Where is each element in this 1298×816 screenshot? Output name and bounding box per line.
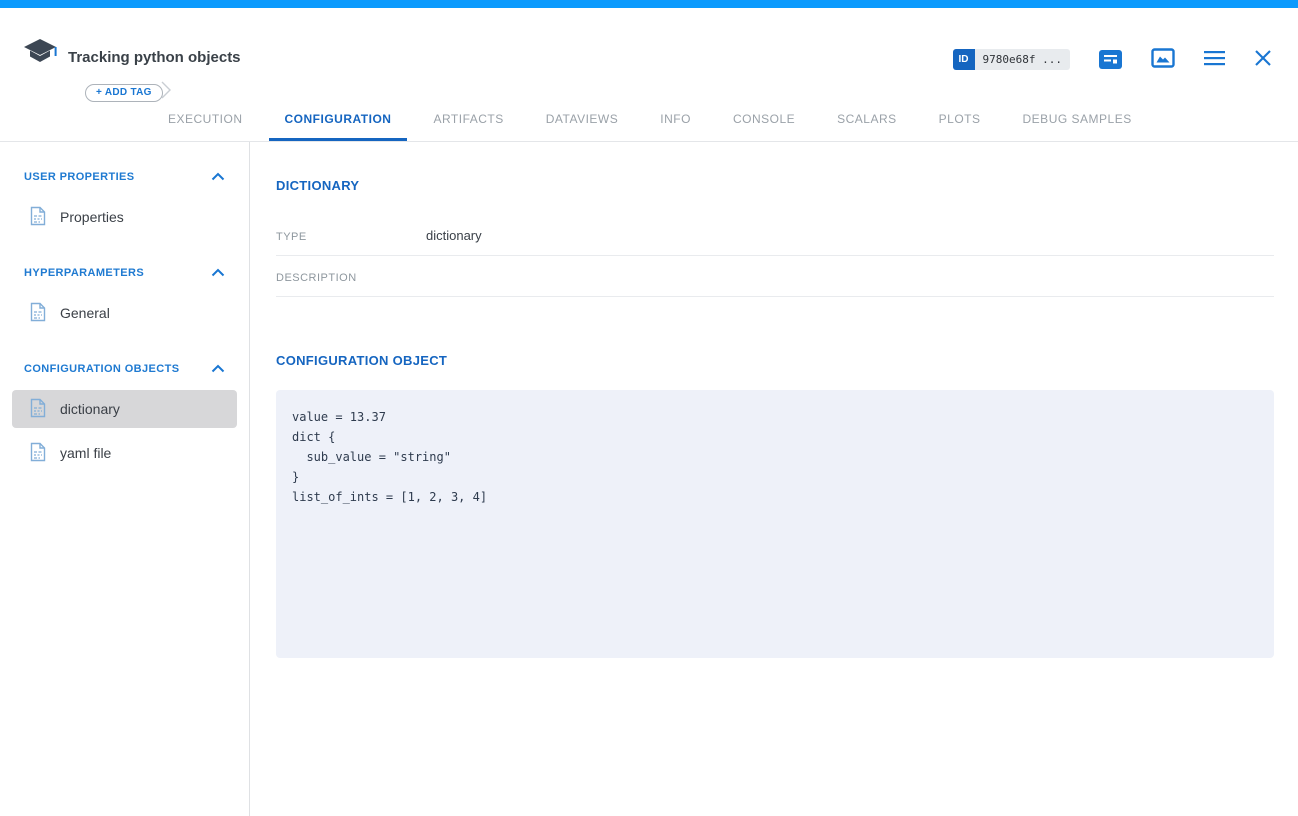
details-icon: [1099, 50, 1122, 69]
document-icon: [30, 442, 46, 465]
sidebar-item-general[interactable]: General: [12, 294, 237, 332]
image-view-button[interactable]: [1151, 48, 1175, 71]
close-icon: [1254, 49, 1272, 70]
configuration-object-title: CONFIGURATION OBJECT: [276, 353, 1274, 368]
section-user-properties: USER PROPERTIES Properties: [0, 168, 249, 236]
sidebar-item-label: Properties: [60, 209, 124, 225]
sidebar-item-label: dictionary: [60, 401, 120, 417]
tab-plots[interactable]: PLOTS: [923, 100, 997, 141]
field-row-type: TYPE dictionary: [276, 215, 1274, 256]
sidebar-item-yaml-file[interactable]: yaml file: [12, 434, 237, 472]
section-title: HYPERPARAMETERS: [24, 267, 144, 279]
configuration-detail-panel: DICTIONARY TYPE dictionary DESCRIPTION C…: [251, 142, 1298, 816]
section-title: USER PROPERTIES: [24, 171, 135, 183]
field-row-description: DESCRIPTION: [276, 256, 1274, 297]
tab-console[interactable]: CONSOLE: [717, 100, 811, 141]
experiment-title: Tracking python objects: [68, 49, 241, 66]
field-value: dictionary: [426, 228, 482, 243]
tab-info[interactable]: INFO: [644, 100, 707, 141]
section-items: dictionary yaml file: [0, 390, 249, 472]
chevron-up-icon[interactable]: [211, 264, 225, 282]
sidebar-item-label: General: [60, 305, 110, 321]
sidebar-item-dictionary[interactable]: dictionary: [12, 390, 237, 428]
chevron-up-icon[interactable]: [211, 168, 225, 186]
section-header-hyperparameters[interactable]: HYPERPARAMETERS: [0, 264, 249, 282]
menu-button[interactable]: [1204, 50, 1225, 69]
sidebar-item-label: yaml file: [60, 445, 111, 461]
chevron-up-icon[interactable]: [211, 360, 225, 378]
object-title: DICTIONARY: [276, 178, 1274, 193]
section-header-user-properties[interactable]: USER PROPERTIES: [0, 168, 249, 186]
tab-scalars[interactable]: SCALARS: [821, 100, 913, 141]
configuration-code: value = 13.37 dict { sub_value = "string…: [292, 407, 1258, 507]
tab-configuration[interactable]: CONFIGURATION: [269, 100, 408, 141]
configuration-object-viewer[interactable]: value = 13.37 dict { sub_value = "string…: [276, 390, 1274, 658]
section-configuration-objects: CONFIGURATION OBJECTS dicti: [0, 360, 249, 472]
close-button[interactable]: [1254, 49, 1272, 70]
id-value: 9780e68f ...: [975, 49, 1070, 70]
experiment-header: Tracking python objects + ADD TAG ID 978…: [0, 8, 1298, 142]
tab-dataviews[interactable]: DATAVIEWS: [530, 100, 635, 141]
details-view-button[interactable]: [1099, 50, 1122, 69]
tab-debug-samples[interactable]: DEBUG SAMPLES: [1007, 100, 1148, 141]
field-label: DESCRIPTION: [276, 269, 426, 284]
document-icon: [30, 206, 46, 229]
experiment-type-icon: [22, 38, 58, 71]
add-tag-button[interactable]: + ADD TAG: [85, 84, 163, 102]
document-icon: [30, 398, 46, 421]
id-label: ID: [953, 49, 975, 70]
section-title: CONFIGURATION OBJECTS: [24, 363, 179, 375]
tab-bar: EXECUTION CONFIGURATION ARTIFACTS DATAVI…: [152, 100, 1148, 141]
section-items: General: [0, 294, 249, 332]
section-items: Properties: [0, 198, 249, 236]
header-actions: ID 9780e68f ...: [953, 46, 1272, 72]
experiment-id-badge[interactable]: ID 9780e68f ...: [953, 49, 1070, 70]
sidebar-item-properties[interactable]: Properties: [12, 198, 237, 236]
configuration-sidebar: USER PROPERTIES Properties: [0, 142, 250, 816]
top-status-bar: [0, 0, 1298, 8]
section-header-configuration-objects[interactable]: CONFIGURATION OBJECTS: [0, 360, 249, 378]
document-icon: [30, 302, 46, 325]
section-hyperparameters: HYPERPARAMETERS General: [0, 264, 249, 332]
image-icon: [1151, 48, 1175, 71]
field-label: TYPE: [276, 228, 426, 243]
object-fields: TYPE dictionary DESCRIPTION: [276, 215, 1274, 297]
menu-icon: [1204, 50, 1225, 69]
tab-execution[interactable]: EXECUTION: [152, 100, 259, 141]
tab-artifacts[interactable]: ARTIFACTS: [417, 100, 519, 141]
